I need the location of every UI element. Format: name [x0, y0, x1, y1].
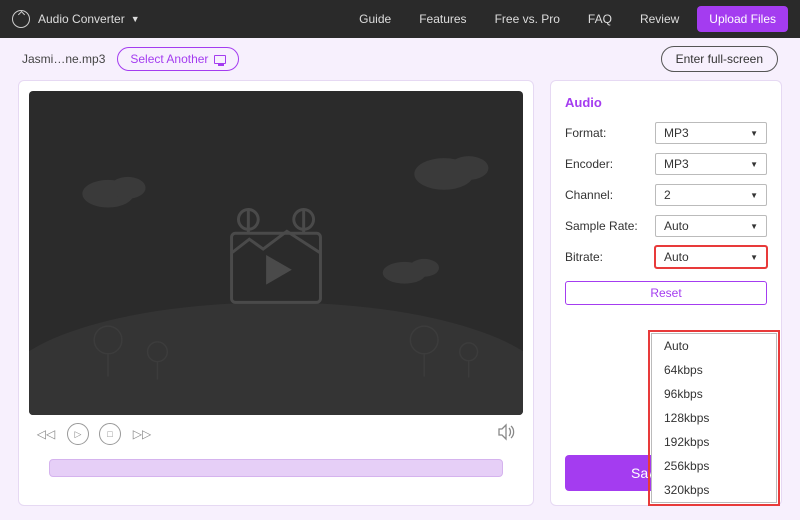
bitrate-label: Bitrate:: [565, 250, 655, 264]
volume-button[interactable]: [497, 423, 517, 446]
playback-controls: ◁◁ ▷ □ ▷▷: [29, 415, 523, 453]
bitrate-option[interactable]: Auto: [652, 334, 776, 358]
play-button[interactable]: ▷: [67, 423, 89, 445]
bitrate-select[interactable]: Auto ▼: [655, 246, 767, 268]
current-filename: Jasmi…ne.mp3: [22, 52, 105, 66]
bitrate-option[interactable]: 64kbps: [652, 358, 776, 382]
bitrate-row: Bitrate: Auto ▼: [565, 246, 767, 268]
chevron-down-icon: ▼: [750, 129, 758, 138]
bitrate-option[interactable]: 192kbps: [652, 430, 776, 454]
sample-rate-label: Sample Rate:: [565, 219, 655, 233]
chevron-down-icon: ▼: [750, 191, 758, 200]
preview-placeholder-art: [29, 91, 523, 415]
sample-rate-value: Auto: [664, 219, 689, 233]
app-logo-icon: [12, 10, 30, 28]
bitrate-option[interactable]: 256kbps: [652, 454, 776, 478]
nav-guide[interactable]: Guide: [359, 12, 391, 26]
format-row: Format: MP3 ▼: [565, 122, 767, 144]
main-area: ◁◁ ▷ □ ▷▷ Audio Format: MP3 ▼ Encoder: MP…: [0, 80, 800, 520]
top-nav: Guide Features Free vs. Pro FAQ Review: [359, 12, 679, 26]
format-select[interactable]: MP3 ▼: [655, 122, 767, 144]
bitrate-option[interactable]: 128kbps: [652, 406, 776, 430]
encoder-value: MP3: [664, 157, 689, 171]
channel-label: Channel:: [565, 188, 655, 202]
channel-value: 2: [664, 188, 671, 202]
upload-files-button[interactable]: Upload Files: [697, 6, 788, 32]
bitrate-option[interactable]: 96kbps: [652, 382, 776, 406]
app-title-text: Audio Converter: [38, 12, 125, 26]
encoder-select[interactable]: MP3 ▼: [655, 153, 767, 175]
encoder-row: Encoder: MP3 ▼: [565, 153, 767, 175]
format-value: MP3: [664, 126, 689, 140]
settings-panel: Audio Format: MP3 ▼ Encoder: MP3 ▼ Channel…: [550, 80, 782, 506]
app-title-dropdown[interactable]: Audio Converter ▼: [12, 10, 140, 28]
format-label: Format:: [565, 126, 655, 140]
caret-down-icon: ▼: [131, 14, 140, 24]
top-bar: Audio Converter ▼ Guide Features Free vs…: [0, 0, 800, 38]
sample-rate-select[interactable]: Auto ▼: [655, 215, 767, 237]
nav-faq[interactable]: FAQ: [588, 12, 612, 26]
chevron-down-icon: ▼: [750, 222, 758, 231]
nav-features[interactable]: Features: [419, 12, 466, 26]
select-another-label: Select Another: [130, 52, 208, 66]
nav-freevspro[interactable]: Free vs. Pro: [495, 12, 560, 26]
sample-rate-row: Sample Rate: Auto ▼: [565, 215, 767, 237]
media-preview: [29, 91, 523, 415]
chevron-down-icon: ▼: [750, 160, 758, 169]
forward-button[interactable]: ▷▷: [131, 423, 153, 445]
progress-area: [29, 453, 523, 495]
channel-row: Channel: 2▼: [565, 184, 767, 206]
stop-button[interactable]: □: [99, 423, 121, 445]
sub-bar: Jasmi…ne.mp3 Select Another Enter full-s…: [0, 38, 800, 80]
chevron-down-icon: ▼: [750, 253, 758, 262]
progress-bar[interactable]: [49, 459, 503, 477]
bitrate-option[interactable]: 320kbps: [652, 478, 776, 502]
select-another-button[interactable]: Select Another: [117, 47, 239, 71]
encoder-label: Encoder:: [565, 157, 655, 171]
monitor-icon: [214, 55, 226, 64]
preview-panel: ◁◁ ▷ □ ▷▷: [18, 80, 534, 506]
bitrate-value: Auto: [664, 250, 689, 264]
bitrate-dropdown: Auto 64kbps 96kbps 128kbps 192kbps 256kb…: [651, 333, 777, 503]
nav-review[interactable]: Review: [640, 12, 679, 26]
audio-section-title: Audio: [565, 95, 767, 110]
enter-fullscreen-button[interactable]: Enter full-screen: [661, 46, 778, 72]
channel-select[interactable]: 2▼: [655, 184, 767, 206]
rewind-button[interactable]: ◁◁: [35, 423, 57, 445]
reset-button[interactable]: Reset: [565, 281, 767, 305]
